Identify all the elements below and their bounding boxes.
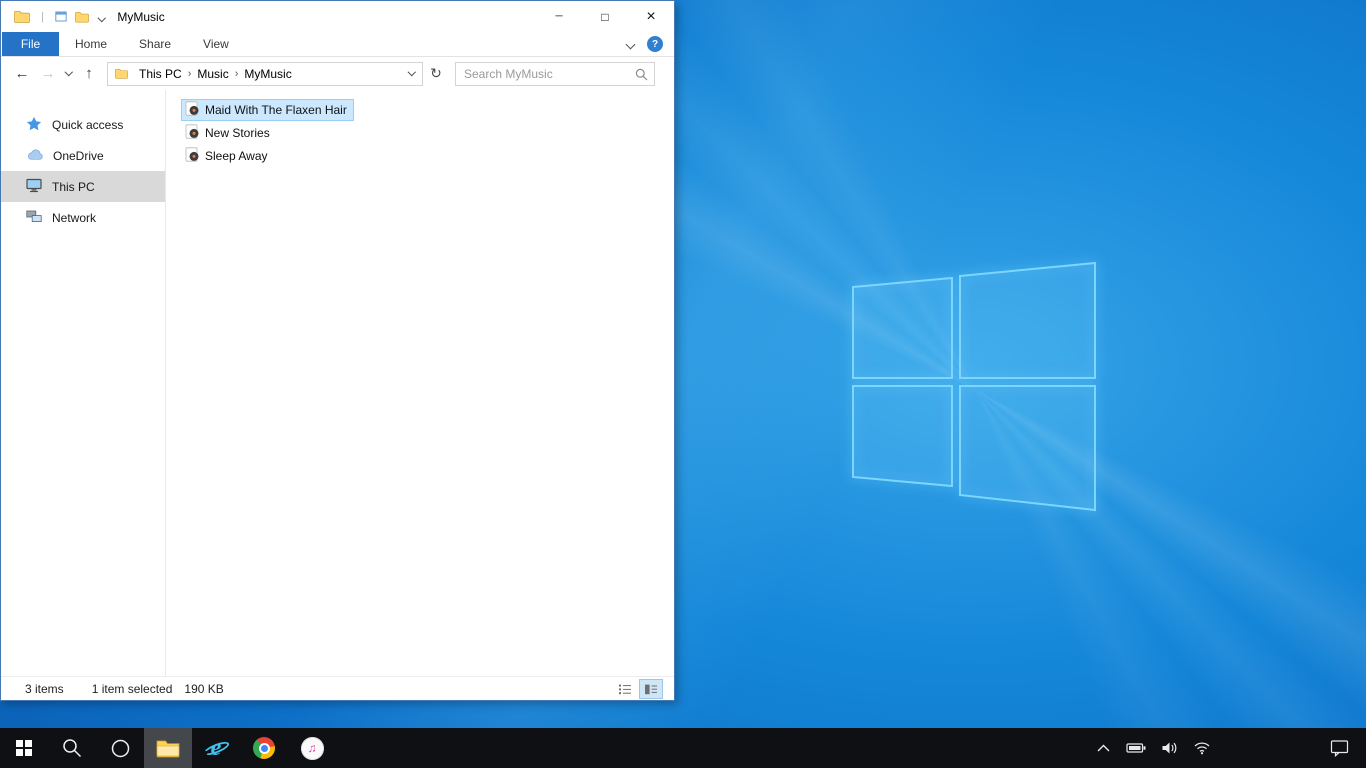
start-button[interactable]: [0, 728, 48, 768]
selection-count: 1 item selected: [91, 681, 173, 696]
details-view-button[interactable]: [614, 680, 636, 698]
taskbar-file-explorer-button[interactable]: [144, 728, 192, 768]
itunes-icon: ♫: [300, 736, 324, 760]
title-bar: | MyMusic ─ □ ×: [1, 1, 674, 32]
search-icon: [62, 738, 81, 757]
network-wifi-icon[interactable]: [1190, 741, 1214, 755]
minimize-button[interactable]: ─: [536, 1, 582, 32]
forward-button: →: [40, 65, 56, 82]
cortana-circle-icon: [111, 739, 129, 757]
file-name: Sleep Away: [205, 149, 268, 163]
file-list: Maid With The Flaxen Hair New Stories Sl…: [166, 90, 674, 676]
file-explorer-window: | MyMusic ─ □ × File Home Share View ? ←…: [0, 0, 675, 701]
address-folder-icon: [115, 68, 128, 79]
search-icon: [635, 68, 648, 84]
properties-icon[interactable]: [55, 11, 67, 22]
sidebar-item-network[interactable]: Network: [1, 202, 165, 233]
new-folder-icon[interactable]: [74, 11, 89, 23]
windows-start-icon: [16, 740, 32, 756]
status-bar: 3 items 1 item selected 190 KB: [1, 676, 674, 700]
file-item-sleep-away[interactable]: Sleep Away: [181, 145, 275, 167]
music-file-icon: [185, 124, 200, 142]
breadcrumb-music[interactable]: Music: [192, 67, 233, 81]
show-hidden-icons-chevron-icon[interactable]: [1091, 743, 1115, 753]
sidebar-item-label: This PC: [52, 179, 95, 194]
back-button[interactable]: ←: [9, 65, 35, 82]
windows-logo: [852, 261, 1096, 512]
close-button[interactable]: ×: [628, 1, 674, 32]
network-computers-icon: [26, 210, 42, 226]
sidebar-item-onedrive[interactable]: OneDrive: [1, 140, 165, 171]
breadcrumb-mymusic[interactable]: MyMusic: [239, 67, 296, 81]
breadcrumb-this-pc[interactable]: This PC: [134, 67, 187, 81]
internet-explorer-icon: e: [201, 735, 231, 762]
system-tray: [1091, 728, 1214, 768]
separator: |: [41, 10, 44, 23]
qat-customize-chevron-icon[interactable]: [97, 10, 106, 24]
music-file-icon: [185, 147, 200, 165]
ribbon-tab-bar: File Home Share View ?: [1, 32, 674, 57]
help-icon[interactable]: ?: [647, 36, 663, 52]
maximize-button[interactable]: □: [582, 1, 628, 32]
caption-buttons: ─ □ ×: [536, 1, 674, 32]
tab-view[interactable]: View: [187, 32, 245, 56]
search-box[interactable]: [455, 61, 655, 86]
folder-icon: [14, 10, 30, 23]
sidebar-item-this-pc[interactable]: This PC: [1, 171, 165, 202]
address-dropdown-chevron-icon[interactable]: [402, 67, 422, 76]
file-name: Maid With The Flaxen Hair: [205, 103, 347, 117]
item-count: 3 items: [25, 681, 64, 696]
quick-access-star-icon: [26, 116, 42, 134]
sidebar-item-quick-access[interactable]: Quick access: [1, 109, 165, 140]
tab-home[interactable]: Home: [59, 32, 123, 56]
music-file-icon: [185, 101, 200, 119]
expand-ribbon-chevron-icon[interactable]: [625, 37, 636, 51]
this-pc-monitor-icon: [26, 178, 42, 196]
search-input[interactable]: [456, 62, 654, 85]
large-icons-view-button[interactable]: [639, 678, 663, 699]
file-name: New Stories: [205, 126, 270, 140]
sidebar-item-label: Quick access: [52, 117, 124, 132]
tab-file[interactable]: File: [2, 32, 59, 56]
refresh-button[interactable]: ↻: [423, 65, 449, 82]
recent-locations-chevron-icon[interactable]: [61, 67, 76, 76]
taskbar-chrome-button[interactable]: [240, 728, 288, 768]
file-item-new-stories[interactable]: New Stories: [181, 122, 277, 144]
volume-icon[interactable]: [1157, 741, 1181, 755]
battery-icon[interactable]: [1124, 742, 1148, 754]
sidebar-item-label: Network: [52, 210, 97, 225]
navigation-pane: Quick access OneDrive This PC Network: [1, 90, 166, 676]
address-toolbar: ← → ↑ This PC › Music › MyMusic ↻: [1, 57, 674, 90]
file-item-maid-with-the-flaxen-hair[interactable]: Maid With The Flaxen Hair: [181, 99, 354, 121]
taskbar-itunes-button[interactable]: ♫: [288, 728, 336, 768]
action-center-icon: [1330, 740, 1349, 757]
cortana-button[interactable]: [96, 728, 144, 768]
file-explorer-icon: [156, 740, 180, 758]
chrome-icon: [253, 737, 275, 759]
taskbar-search-button[interactable]: [48, 728, 96, 768]
selection-size: 190 KB: [184, 681, 224, 696]
sidebar-item-label: OneDrive: [53, 148, 104, 163]
tab-share[interactable]: Share: [123, 32, 187, 56]
onedrive-cloud-icon: [26, 148, 43, 163]
taskbar: e ♫: [0, 728, 1366, 768]
address-bar[interactable]: This PC › Music › MyMusic: [107, 61, 423, 86]
taskbar-internet-explorer-button[interactable]: e: [192, 728, 240, 768]
up-button[interactable]: ↑: [76, 65, 102, 82]
window-title: MyMusic: [117, 9, 165, 24]
action-center-button[interactable]: [1318, 728, 1362, 768]
